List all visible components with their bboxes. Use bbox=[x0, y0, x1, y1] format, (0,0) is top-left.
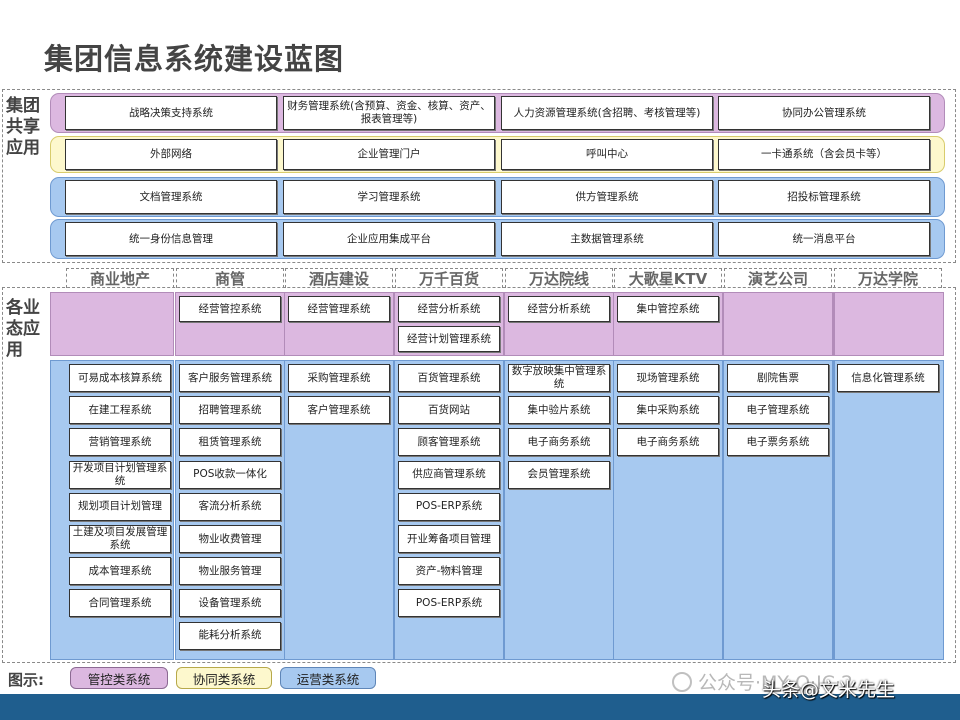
ops-system-box: 开业筹备项目管理 bbox=[398, 525, 500, 553]
business-control-band bbox=[50, 292, 174, 356]
ops-system-box: 资产-物料管理 bbox=[398, 557, 500, 586]
ops-system-box: POS-ERP系统 bbox=[398, 492, 500, 521]
shared-system-box: 协同办公管理系统 bbox=[718, 96, 930, 130]
ops-system-box: 集中验片系统 bbox=[508, 396, 610, 425]
control-system-box: 经营管理系统 bbox=[288, 296, 390, 322]
ops-system-box: 现场管理系统 bbox=[617, 364, 719, 392]
ops-system-box: 电子商务系统 bbox=[617, 428, 719, 457]
shared-system-box: 企业管理门户 bbox=[283, 139, 495, 170]
business-column-header: 演艺公司 bbox=[724, 268, 832, 288]
ops-system-box: 电子管理系统 bbox=[727, 396, 829, 425]
business-column-header: 酒店建设 bbox=[285, 268, 393, 288]
business-ops-band-end bbox=[834, 360, 944, 660]
ops-system-box: 剧院售票 bbox=[727, 364, 829, 392]
ops-system-box: 租赁管理系统 bbox=[179, 428, 281, 457]
business-column-header: 大歌星KTV bbox=[614, 268, 722, 288]
control-system-box: 经营计划管理系统 bbox=[398, 326, 500, 352]
ops-system-box: 集中采购系统 bbox=[617, 396, 719, 425]
ops-system-box: 会员管理系统 bbox=[508, 460, 610, 489]
ops-system-box: 顾客管理系统 bbox=[398, 428, 500, 457]
ops-system-box: 电子票务系统 bbox=[727, 428, 829, 457]
ops-system-box: 土建及项目发展管理系统 bbox=[69, 525, 171, 553]
control-system-box: 经营管控系统 bbox=[179, 296, 281, 322]
control-system-box: 经营分析系统 bbox=[508, 296, 610, 322]
ops-system-box: 数字放映集中管理系统 bbox=[508, 364, 610, 392]
wechat-icon bbox=[672, 671, 692, 692]
legend-label: 图示: bbox=[8, 671, 44, 689]
business-column-header: 万达院线 bbox=[505, 268, 613, 288]
ops-system-box: 百货管理系统 bbox=[398, 364, 500, 392]
shared-system-box: 呼叫中心 bbox=[501, 139, 713, 170]
ops-system-box: 信息化管理系统 bbox=[837, 364, 939, 392]
legend-item-control: 管控类系统 bbox=[70, 667, 168, 689]
ops-system-box: 采购管理系统 bbox=[288, 364, 390, 392]
shared-system-box: 招投标管理系统 bbox=[718, 180, 930, 214]
ops-system-box: 百货网站 bbox=[398, 396, 500, 425]
ops-system-box: 客流分析系统 bbox=[179, 492, 281, 521]
legend-item-ops: 运营类系统 bbox=[280, 667, 376, 689]
business-column-header: 万达学院 bbox=[834, 268, 942, 288]
business-control-band-end bbox=[834, 292, 944, 356]
business-control-band bbox=[723, 292, 833, 356]
ops-system-box: 成本管理系统 bbox=[69, 557, 171, 586]
shared-system-box: 财务管理系统(含预算、资金、核算、资产、报表管理等) bbox=[283, 96, 495, 130]
business-column-header: 商管 bbox=[176, 268, 284, 288]
ops-system-box: 合同管理系统 bbox=[69, 589, 171, 618]
ops-system-box: 能耗分析系统 bbox=[179, 621, 281, 650]
shared-system-box: 学习管理系统 bbox=[283, 180, 495, 214]
shared-system-box: 文档管理系统 bbox=[65, 180, 277, 214]
business-column-header: 商业地产 bbox=[66, 268, 174, 288]
business-column-header: 万千百货 bbox=[395, 268, 503, 288]
ops-system-box: 规划项目计划管理 bbox=[69, 492, 171, 521]
ops-system-box: 在建工程系统 bbox=[69, 396, 171, 425]
shared-system-box: 供方管理系统 bbox=[501, 180, 713, 214]
ops-system-box: 招聘管理系统 bbox=[179, 396, 281, 425]
ops-system-box: POS收款一体化 bbox=[179, 460, 281, 489]
shared-system-box: 一卡通系统（含会员卡等） bbox=[718, 139, 930, 170]
ops-system-box: 可易成本核算系统 bbox=[69, 364, 171, 392]
ops-system-box: 客户管理系统 bbox=[288, 396, 390, 425]
page-title: 集团信息系统建设蓝图 bbox=[44, 42, 345, 76]
shared-system-box: 统一身份信息管理 bbox=[65, 222, 277, 256]
ops-system-box: 物业服务管理 bbox=[179, 557, 281, 586]
control-system-box: 经营分析系统 bbox=[398, 296, 500, 322]
ops-system-box: 客户服务管理系统 bbox=[179, 364, 281, 392]
shared-system-box: 人力资源管理系统(含招聘、考核管理等) bbox=[501, 96, 713, 130]
shared-system-box: 外部网络 bbox=[65, 139, 277, 170]
business-section-label: 各业态应用 bbox=[6, 298, 40, 360]
ops-system-box: 开发项目计划管理系统 bbox=[69, 460, 171, 489]
author-credit: 头条@文米先生 bbox=[762, 679, 896, 701]
shared-system-box: 统一消息平台 bbox=[718, 222, 930, 256]
shared-section-label: 集团共享应用 bbox=[6, 96, 40, 158]
ops-system-box: POS-ERP系统 bbox=[398, 589, 500, 618]
ops-system-box: 供应商管理系统 bbox=[398, 460, 500, 489]
legend-item-collab: 协同类系统 bbox=[176, 667, 272, 689]
ops-system-box: 设备管理系统 bbox=[179, 589, 281, 618]
control-system-box: 集中管控系统 bbox=[617, 296, 719, 322]
ops-system-box: 营销管理系统 bbox=[69, 428, 171, 457]
shared-system-box: 企业应用集成平台 bbox=[283, 222, 495, 256]
shared-system-box: 战略决策支持系统 bbox=[65, 96, 277, 130]
ops-system-box: 电子商务系统 bbox=[508, 428, 610, 457]
ops-system-box: 物业收费管理 bbox=[179, 525, 281, 553]
shared-system-box: 主数据管理系统 bbox=[501, 222, 713, 256]
